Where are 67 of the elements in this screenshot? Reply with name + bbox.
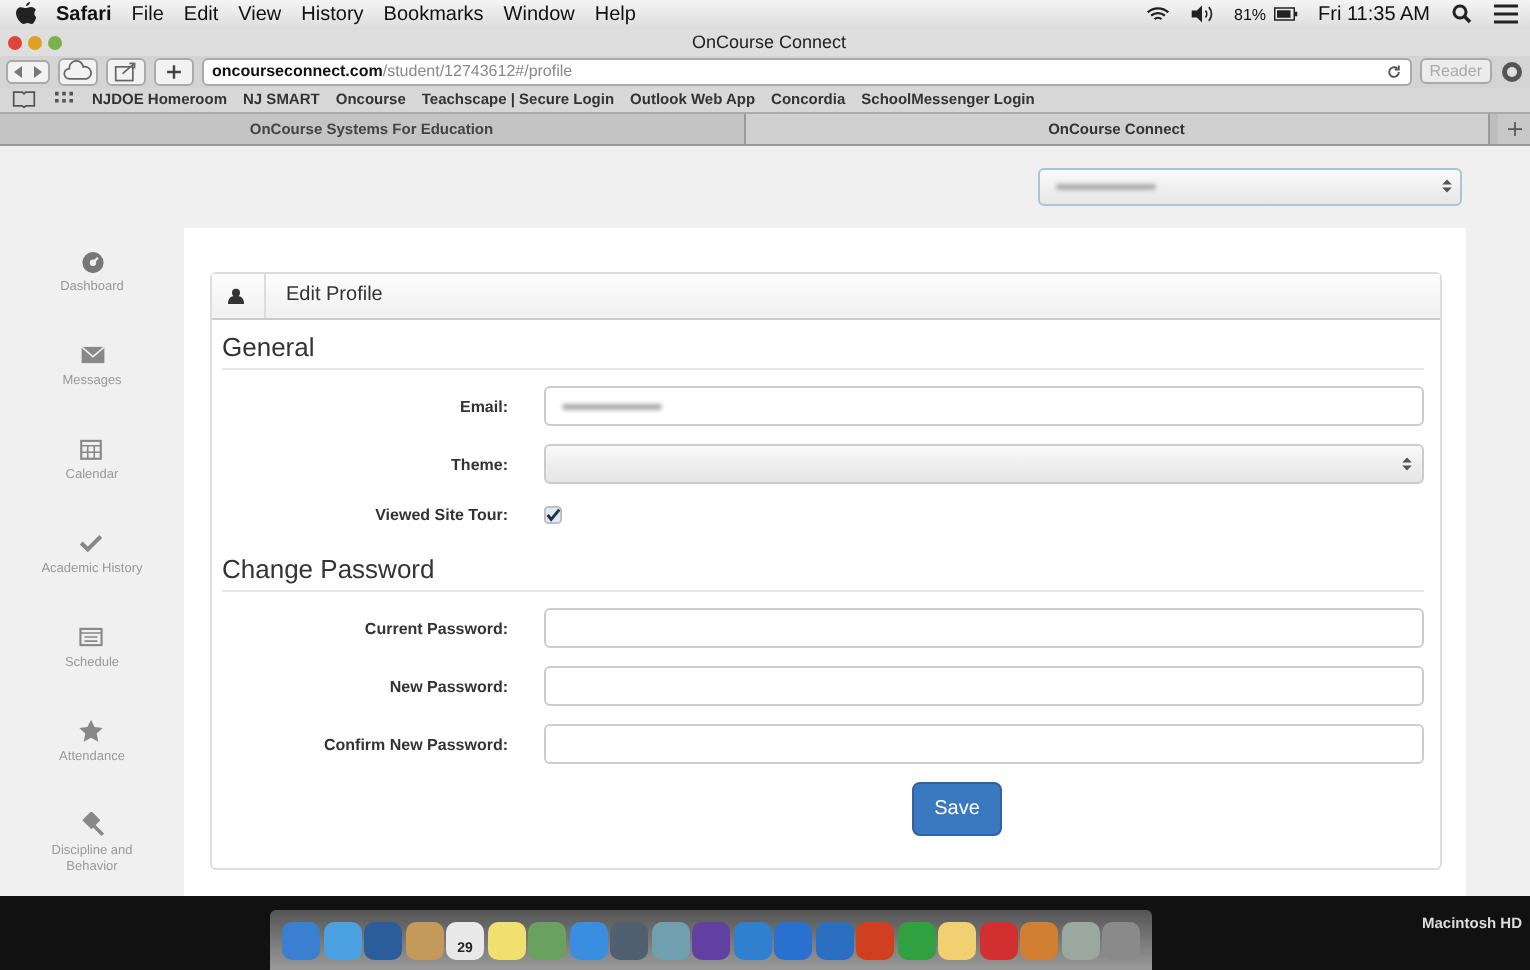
address-field[interactable]: oncourseconnect.com/student/12743612#/profile (202, 57, 1412, 86)
app-icon[interactable] (938, 921, 976, 959)
panel-title: Edit Profile (264, 273, 383, 318)
window-title: OnCourse Connect (689, 32, 849, 53)
minimize-button[interactable] (28, 35, 42, 50)
app-icon[interactable] (405, 921, 443, 959)
close-button[interactable] (8, 35, 22, 50)
search-icon[interactable] (1450, 4, 1474, 25)
app-icon[interactable] (1020, 921, 1058, 959)
zoom-button[interactable] (48, 35, 62, 50)
caret-icon (1402, 456, 1412, 473)
field-label: Viewed Site Tour: (373, 506, 508, 525)
menu-item[interactable]: File (131, 3, 164, 26)
blurred-value (562, 403, 662, 410)
input-field[interactable] (544, 386, 1424, 427)
grid-icon[interactable] (52, 90, 76, 109)
apple-icon[interactable] (16, 2, 36, 27)
back-forward-icon[interactable] (6, 59, 50, 84)
gauge-icon[interactable] (79, 247, 105, 274)
section-heading: General (222, 327, 1424, 370)
star-icon[interactable] (78, 717, 105, 744)
app-icon[interactable] (1061, 921, 1099, 959)
plus-icon[interactable] (1507, 121, 1521, 136)
field-label: Theme: (449, 455, 508, 474)
menu-item[interactable]: Safari (56, 3, 112, 26)
menu-clock[interactable]: Fri 11:35 AM (1318, 3, 1430, 26)
plus-icon[interactable] (154, 57, 194, 86)
book-icon[interactable] (12, 90, 36, 109)
share-icon[interactable] (106, 57, 146, 86)
speaker-icon[interactable] (1190, 4, 1215, 25)
cloud-icon[interactable] (58, 57, 98, 86)
theme-select[interactable] (544, 444, 1424, 485)
field-label: Confirm New Password: (321, 735, 508, 754)
app-icon[interactable] (487, 921, 525, 959)
calendar-icon[interactable] (78, 435, 105, 462)
envelope-icon[interactable] (79, 341, 105, 368)
app-icon[interactable] (528, 921, 566, 959)
input-field[interactable] (544, 608, 1424, 649)
gavel-icon[interactable] (79, 811, 105, 838)
field-label: Email: (457, 397, 508, 416)
reload-icon[interactable] (1385, 63, 1402, 80)
caret-icon (1442, 178, 1452, 195)
list-icon[interactable] (1494, 4, 1518, 25)
menu-item[interactable]: Window (503, 3, 575, 26)
save-button[interactable]: Save (912, 781, 1002, 836)
menu-item[interactable]: Help (594, 3, 636, 26)
account-select[interactable] (1038, 167, 1462, 206)
wifi-icon[interactable] (1146, 4, 1171, 25)
menu-item[interactable]: History (301, 3, 364, 26)
app-icon[interactable] (897, 921, 935, 959)
battery-percent: 81% (1234, 5, 1267, 24)
menu-item[interactable]: View (238, 3, 282, 26)
new-tab-button[interactable] (1498, 113, 1530, 144)
user-icon (228, 287, 244, 304)
menu-item[interactable]: Edit (183, 3, 219, 26)
menu-item[interactable]: Bookmarks (383, 3, 484, 26)
app-icon[interactable] (651, 921, 689, 959)
field-label: Current Password: (362, 619, 508, 638)
checkbox[interactable] (544, 506, 562, 525)
field-label: New Password: (387, 677, 508, 696)
input-field[interactable] (544, 666, 1424, 707)
blurred-value (1056, 183, 1156, 190)
checkmark-icon[interactable] (78, 529, 105, 556)
battery-icon[interactable] (1274, 4, 1299, 25)
input-field[interactable] (544, 724, 1424, 765)
app-icon[interactable] (323, 921, 361, 959)
section-heading: Change Password (222, 549, 1424, 592)
